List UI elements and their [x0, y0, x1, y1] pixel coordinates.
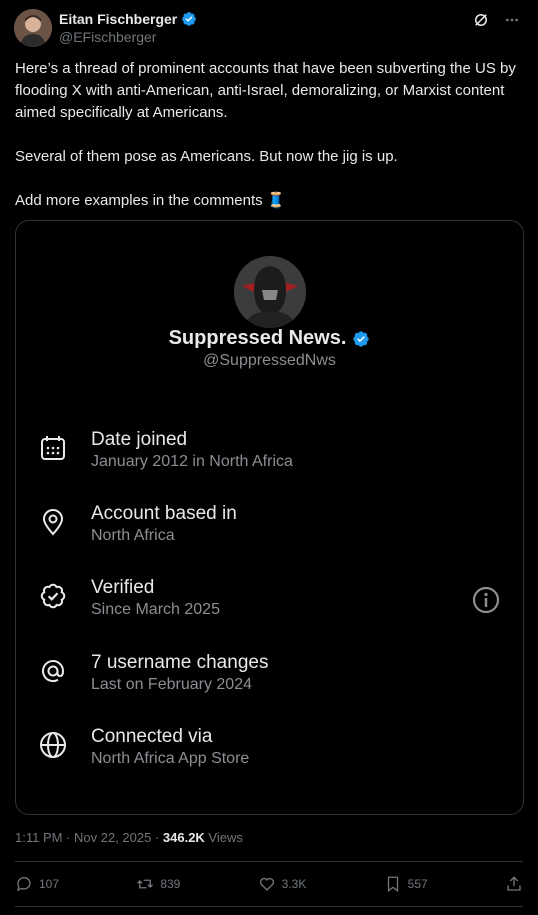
grok-icon[interactable]	[472, 11, 490, 34]
divider	[15, 906, 523, 907]
row-subtitle: Since March 2025	[91, 601, 220, 618]
more-icon[interactable]	[504, 12, 520, 33]
share-icon	[507, 876, 521, 891]
globe-icon	[40, 732, 66, 758]
like-button[interactable]: 3.3K	[258, 875, 307, 893]
author-avatar[interactable]	[14, 9, 52, 47]
row-title: Connected via	[91, 726, 213, 747]
heart-icon	[259, 877, 274, 891]
author-name[interactable]: Eitan Fischberger	[59, 11, 177, 27]
reply-button[interactable]: 107	[15, 875, 59, 893]
repost-icon	[137, 879, 154, 889]
row-title: Verified	[91, 577, 155, 598]
row-account-based-in: Account based in North Africa	[38, 503, 501, 553]
views-count: 346.2K	[162, 830, 205, 845]
tweet-meta: 1:11 PM · Nov 22, 2025 · 346.2K Views	[15, 830, 243, 845]
tweet-text: Here’s a thread of prominent accounts th…	[15, 60, 516, 209]
calendar-icon	[41, 436, 65, 460]
bookmark-icon	[387, 876, 398, 893]
row-title: 7 username changes	[91, 652, 269, 673]
author-name-row[interactable]: Eitan Fischberger	[59, 11, 197, 27]
card-verified-badge-icon	[353, 330, 370, 347]
location-icon	[42, 509, 64, 536]
card-avatar	[234, 256, 306, 328]
row-date-joined: Date joined January 2012 in North Africa	[38, 429, 501, 479]
repost-count: 839	[160, 877, 181, 891]
action-bar: 107 839 3.3K 557	[15, 868, 523, 900]
row-subtitle: Last on February 2024	[91, 676, 252, 693]
divider	[15, 861, 523, 862]
author-handle[interactable]: @EFischberger	[59, 29, 156, 45]
row-verified: Verified Since March 2025	[38, 577, 501, 627]
row-subtitle: North Africa	[91, 527, 175, 544]
like-count: 3.3K	[281, 877, 307, 891]
row-subtitle: North Africa App Store	[91, 750, 250, 767]
row-title: Date joined	[91, 429, 188, 450]
repost-button[interactable]: 839	[136, 875, 180, 893]
verified-icon	[40, 583, 66, 609]
share-button[interactable]	[505, 875, 523, 893]
timestamp[interactable]: 1:11 PM · Nov 22, 2025 ·	[15, 830, 163, 845]
bookmark-button[interactable]: 557	[384, 875, 428, 893]
tweet-header: Eitan Fischberger @EFischberger	[14, 8, 524, 48]
views-label: Views	[204, 830, 243, 845]
row-title: Account based in	[91, 503, 237, 524]
verified-badge-icon	[182, 12, 197, 26]
card-name: Suppressed News.	[168, 327, 347, 349]
card-handle: @SuppressedNws	[203, 352, 336, 369]
row-subtitle: January 2012 in North Africa	[91, 453, 293, 470]
row-username-changes: 7 username changes Last on February 2024	[38, 652, 501, 702]
row-connected-via: Connected via North Africa App Store	[38, 726, 501, 776]
reply-icon	[17, 877, 31, 892]
reply-count: 107	[39, 877, 60, 891]
bookmark-count: 557	[407, 877, 428, 891]
at-icon	[42, 660, 65, 683]
account-info-card[interactable]: Suppressed News. @SuppressedNws Date joi…	[15, 220, 524, 815]
info-icon[interactable]	[471, 585, 501, 615]
